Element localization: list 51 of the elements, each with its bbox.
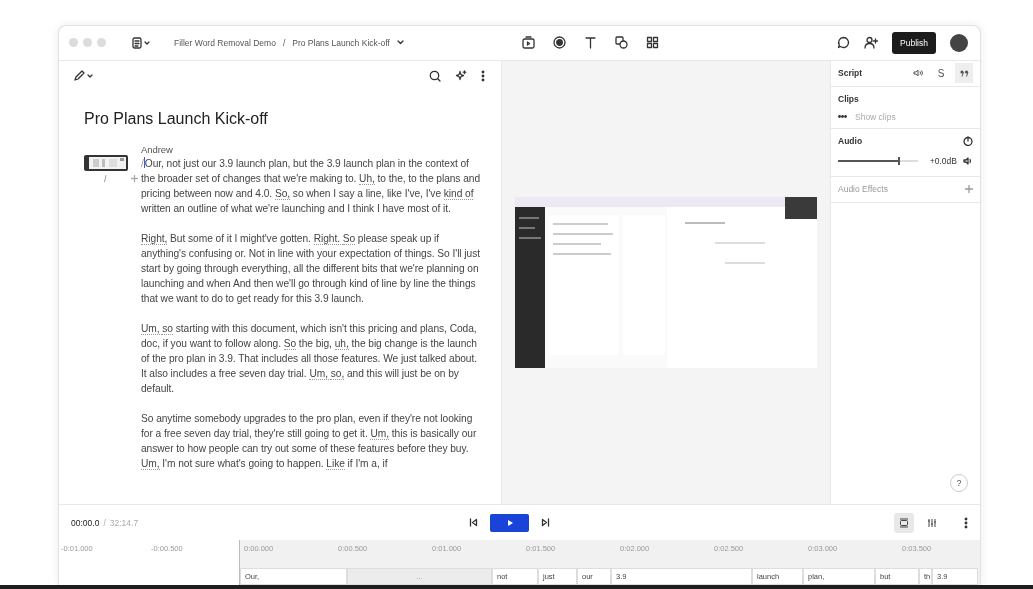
record-icon[interactable] — [553, 36, 566, 50]
sparkle-icon[interactable] — [455, 69, 467, 82]
clip-marker: / — [104, 173, 107, 184]
play-icon — [506, 519, 513, 526]
speaker-name: Andrew — [141, 143, 174, 156]
section-title: Audio Effects — [838, 184, 888, 195]
document-title: Pro Plans Launch Kick-off — [84, 109, 269, 128]
sliders-icon — [927, 517, 937, 528]
power-icon[interactable] — [963, 136, 973, 147]
quote-icon — [959, 69, 969, 77]
text-icon[interactable] — [584, 36, 597, 50]
media-insert-icon[interactable] — [522, 36, 535, 50]
comment-icon[interactable] — [837, 36, 851, 50]
publish-button[interactable]: Publish — [892, 31, 936, 54]
avatar[interactable] — [950, 33, 968, 52]
search-icon[interactable] — [429, 69, 441, 82]
script-tab[interactable]: S — [932, 63, 950, 84]
ellipsis-icon[interactable] — [838, 115, 847, 119]
skip-forward-icon[interactable] — [541, 518, 550, 528]
more-icon[interactable] — [481, 69, 485, 82]
transcript-paragraph: /Our, not just our 3.9 launch plan, but the 3.9 launch plan in the context of the broader set of changes that we're making to. Uh, to the, to the plans and pricing between now and 4.0. So, so when I say a line, like I've, I've kind of written an outline of what we're launching and I think I have most of it. — [141, 155, 482, 216]
speaker-icon[interactable] — [963, 156, 973, 165]
breadcrumb-item[interactable]: Pro Plans Launch Kick-off — [292, 37, 390, 48]
transcript-paragraph: Um, so starting with this document, which isn't this pricing and plans, Coda, doc, if you want to follow along. So the big, uh, the big change is the launch of the pro plan in 3.9. That includes all those features. We just talked about. It also includes a free seven day trial. Um, so, and this will just be on by default. — [141, 321, 479, 396]
transcript-paragraph: So anytime somebody upgrades to the pro plan, even if they're not looking for a free seven day trial, they're still going to get it. Um, this is basically our answer to how people can try out some of these features before they buy. Um, I'm not sure what's going to happen. Like if I'm a, if — [141, 411, 478, 471]
time-separator: / — [103, 517, 106, 528]
transcript-paragraph: Right, But some of it I might've gotten. Right. So please speak up if anything's confusing or. Not in line with your expectation of things. So I'll just start by going through everything, all the different bits that we're planning on launching and when And then we'll go through kind of line by line the things that we want to do to get ready for this 3.9 launch. — [141, 231, 481, 306]
section-title: Audio — [838, 136, 863, 147]
more-icon[interactable] — [964, 516, 968, 529]
speaker-icon — [913, 69, 923, 78]
layout-button[interactable] — [894, 512, 914, 533]
volume-slider[interactable] — [838, 159, 918, 162]
breadcrumb-separator: / — [282, 37, 286, 48]
grid-icon[interactable] — [646, 36, 659, 50]
pen-icon[interactable] — [73, 69, 93, 82]
help-button[interactable]: ? — [950, 474, 968, 493]
play-button[interactable] — [490, 513, 529, 532]
section-title: Script — [838, 68, 863, 79]
quote-tab[interactable] — [955, 63, 973, 84]
breadcrumb-item[interactable]: Filler Word Removal Demo — [174, 37, 276, 48]
add-person-icon[interactable] — [864, 36, 879, 50]
shapes-icon[interactable] — [615, 36, 628, 50]
volume-reading: +0.0dB — [929, 155, 957, 166]
chevron-down-icon[interactable] — [396, 40, 404, 46]
section-title: Clips — [838, 94, 859, 105]
document-menu-icon[interactable] — [132, 36, 150, 49]
total-time: 32:14.7 — [109, 517, 139, 528]
skip-back-icon[interactable] — [469, 518, 478, 528]
current-time: 00:00.0 — [71, 517, 100, 528]
add-icon[interactable] — [965, 185, 973, 194]
layout-icon — [899, 517, 909, 528]
